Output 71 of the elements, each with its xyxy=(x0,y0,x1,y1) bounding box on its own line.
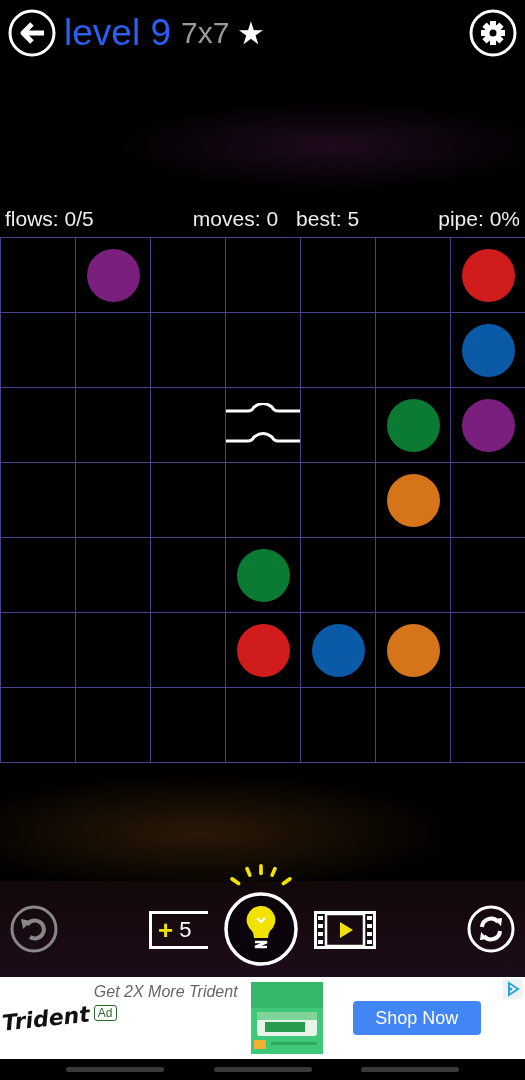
grid-cell[interactable] xyxy=(451,388,525,462)
grid-cell[interactable] xyxy=(1,313,75,387)
star-icon: ★ xyxy=(237,14,266,52)
grid-cell[interactable] xyxy=(451,613,525,687)
grid-cell[interactable] xyxy=(151,538,225,612)
grid-cell[interactable] xyxy=(1,613,75,687)
grid-size: 7x7 xyxy=(180,16,230,50)
grid-cell[interactable] xyxy=(301,238,375,312)
grid-cell[interactable] xyxy=(301,538,375,612)
grid-cell[interactable] xyxy=(451,688,525,762)
grid-cell[interactable] xyxy=(1,238,75,312)
undo-button[interactable] xyxy=(10,905,58,953)
grid-cell[interactable] xyxy=(376,313,450,387)
grid-cell[interactable] xyxy=(76,313,150,387)
grid-cell[interactable] xyxy=(376,538,450,612)
grid-cell[interactable] xyxy=(151,388,225,462)
grid-cell[interactable] xyxy=(76,688,150,762)
nav-bar-pill[interactable] xyxy=(66,1067,164,1072)
grid-cell[interactable] xyxy=(1,388,75,462)
restart-button[interactable] xyxy=(467,905,515,953)
grid-cell[interactable] xyxy=(76,238,150,312)
nav-bar-pill[interactable] xyxy=(361,1067,459,1072)
grid-cell[interactable] xyxy=(226,688,300,762)
grid-cell[interactable] xyxy=(301,613,375,687)
grid-cell[interactable] xyxy=(451,538,525,612)
grid-cell[interactable] xyxy=(226,538,300,612)
grid-cell[interactable] xyxy=(1,688,75,762)
grid-cell[interactable] xyxy=(226,388,300,462)
settings-button[interactable] xyxy=(469,9,517,57)
grid-cell[interactable] xyxy=(76,388,150,462)
ad-headline[interactable]: Get 2X More Trident xyxy=(93,983,238,1001)
grid-cell[interactable] xyxy=(226,463,300,537)
video-play-button[interactable] xyxy=(314,911,376,949)
grid-cell[interactable] xyxy=(301,463,375,537)
grid-cell[interactable] xyxy=(151,613,225,687)
grid-cell[interactable] xyxy=(76,463,150,537)
grid-cell[interactable] xyxy=(226,313,300,387)
grid-cell[interactable] xyxy=(376,688,450,762)
grid-cell[interactable] xyxy=(376,463,450,537)
grid-cell[interactable] xyxy=(151,463,225,537)
level-title: level 9 xyxy=(64,12,171,54)
moves-count: moves: 0 xyxy=(192,207,279,231)
grid-cell[interactable] xyxy=(151,688,225,762)
best-count: best: 5 xyxy=(296,207,360,231)
grid-cell[interactable] xyxy=(1,538,75,612)
grid-cell[interactable] xyxy=(301,688,375,762)
hint-count-button[interactable]: + 5 xyxy=(149,911,208,949)
brand-logo[interactable]: Trident xyxy=(0,1000,95,1036)
ad-choices-icon[interactable] xyxy=(503,979,523,999)
grid-cell[interactable] xyxy=(151,238,225,312)
grid-cell[interactable] xyxy=(226,613,300,687)
shop-now-button[interactable]: Shop Now xyxy=(352,1001,481,1035)
flows-count: flows: 0/5 xyxy=(5,207,94,231)
nav-bar-pill[interactable] xyxy=(213,1067,312,1072)
grid-cell[interactable] xyxy=(301,388,375,462)
grid-cell[interactable] xyxy=(1,463,75,537)
grid-cell[interactable] xyxy=(76,613,150,687)
grid-cell[interactable] xyxy=(151,313,225,387)
back-button[interactable] xyxy=(8,9,56,57)
ad-label: Ad xyxy=(93,1005,117,1021)
grid-cell[interactable] xyxy=(226,238,300,312)
pipe-percent: pipe: 0% xyxy=(438,207,520,231)
grid-cell[interactable] xyxy=(376,238,450,312)
hint-bulb-button[interactable] xyxy=(223,891,299,967)
grid-cell[interactable] xyxy=(451,463,525,537)
grid-cell[interactable] xyxy=(451,238,525,312)
grid-cell[interactable] xyxy=(376,613,450,687)
grid-cell[interactable] xyxy=(451,313,525,387)
grid-cell[interactable] xyxy=(76,538,150,612)
grid-cell[interactable] xyxy=(301,313,375,387)
grid-cell[interactable] xyxy=(376,388,450,462)
